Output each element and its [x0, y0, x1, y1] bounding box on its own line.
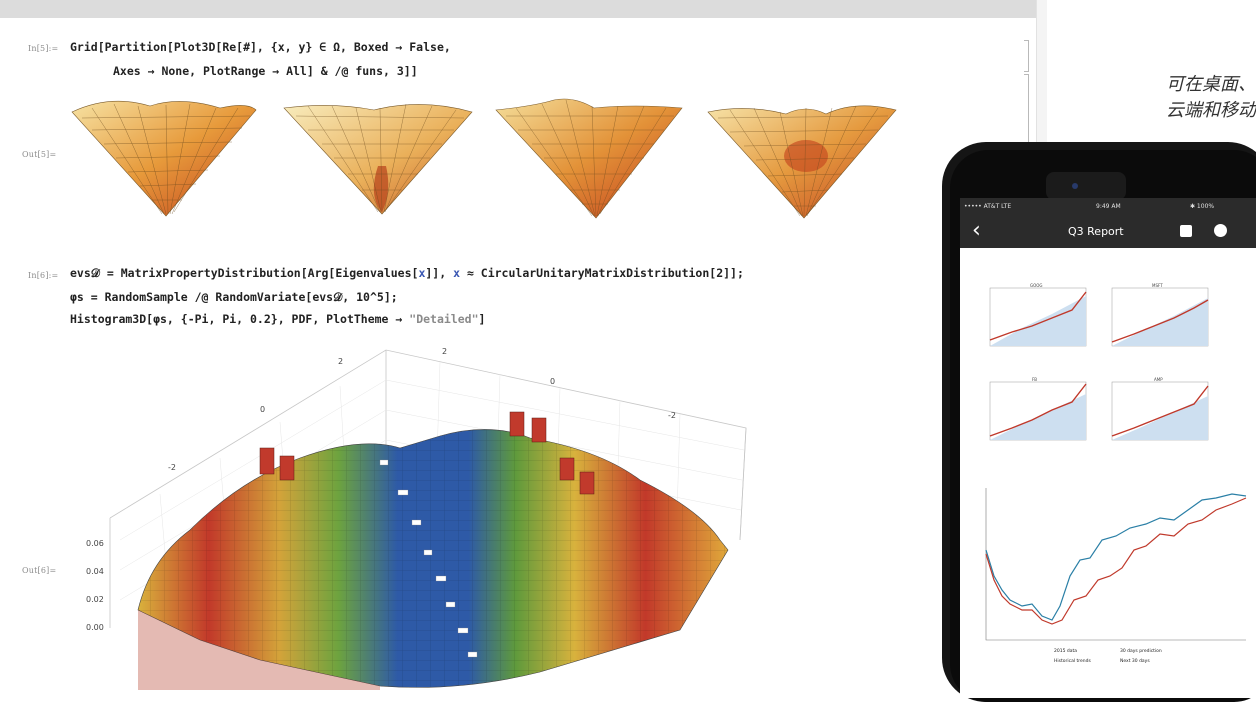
- in6-label: In[6]:=: [28, 271, 59, 280]
- status-battery: ✱ 100%: [1190, 203, 1215, 210]
- in6-code-part: Histogram3D[φs, {-Pi, Pi, 0.2}, PDF, Plo…: [70, 312, 410, 326]
- chart-icon[interactable]: [1180, 225, 1192, 237]
- legend-label: 2015 data: [1054, 648, 1077, 654]
- y-tick-label: 2: [442, 347, 447, 356]
- in5-code-line1[interactable]: Grid[Partition[Plot3D[Re[#], {x, y} ∈ Ω,…: [70, 40, 451, 54]
- in5-code-line2[interactable]: Axes → None, PlotRange → All] & /@ funs,…: [113, 64, 418, 78]
- in5-label: In[5]:=: [28, 44, 59, 53]
- surface-plot-1[interactable]: [70, 96, 258, 218]
- y-tick-label: -2: [668, 411, 676, 420]
- phone-camera: [1072, 183, 1078, 189]
- z-tick-label: 0.02: [86, 595, 104, 604]
- surface-plot-2[interactable]: [282, 96, 474, 216]
- mini-chart-msft[interactable]: MSFT: [1104, 282, 1212, 354]
- mini-chart-title: AMP: [1154, 377, 1163, 382]
- status-carrier: ••••• AT&T LTE: [964, 203, 1012, 210]
- in6-code-string: "Detailed": [409, 312, 479, 326]
- in6-code-part: ≈ CircularUnitaryMatrixDistribution[2]];: [460, 266, 744, 280]
- stock-line-chart[interactable]: 2015 data 30 days prediction Historical …: [970, 480, 1250, 670]
- z-tick-label: 0.06: [86, 539, 104, 548]
- in6-code-part: ]],: [425, 266, 454, 280]
- histogram3d-plot[interactable]: 0.06 0.04 0.02 0.00 -2 0 2 2 0 -2: [80, 340, 760, 690]
- out6-label: Out[6]=: [22, 566, 57, 575]
- cell-bracket-in5[interactable]: [1024, 40, 1029, 72]
- phone-status-bar: ••••• AT&T LTE 9:49 AM ✱ 100%: [960, 198, 1256, 216]
- phone-speaker: [1046, 172, 1126, 200]
- out5-label: Out[5]=: [22, 150, 57, 159]
- in6-code-part: evs𝒟 = MatrixPropertyDistribution[Arg[Ei…: [70, 266, 419, 280]
- y-tick-label: 0: [550, 377, 555, 386]
- phone-screen: ••••• AT&T LTE 9:49 AM ✱ 100% ‹ Q3 Repor…: [960, 198, 1256, 698]
- in6-code-var: x: [453, 266, 461, 280]
- in6-code-line2[interactable]: φs = RandomSample /@ RandomVariate[evs𝒟,…: [70, 290, 398, 305]
- in6-code-line1[interactable]: evs𝒟 = MatrixPropertyDistribution[Arg[Ei…: [70, 266, 744, 281]
- mini-chart-title: GOOG: [1030, 283, 1043, 288]
- x-tick-label: 0: [260, 405, 265, 414]
- mini-chart-title: FB: [1032, 377, 1037, 382]
- status-time: 9:49 AM: [1096, 203, 1121, 210]
- surface-plot-3[interactable]: [494, 96, 684, 220]
- tagline-line2: 云端和移动: [1166, 100, 1256, 121]
- z-tick-label: 0.04: [86, 567, 104, 576]
- window-top-bar: [0, 0, 1046, 19]
- mini-chart-amp[interactable]: AMP: [1104, 376, 1212, 448]
- back-icon[interactable]: ‹: [972, 218, 981, 243]
- legend-label: Next 30 days: [1120, 658, 1150, 664]
- in6-code-line3[interactable]: Histogram3D[φs, {-Pi, Pi, 0.2}, PDF, Plo…: [70, 312, 485, 326]
- chevron-down-icon[interactable]: [1214, 224, 1227, 237]
- mini-chart-fb[interactable]: FB: [982, 376, 1090, 448]
- legend-label: 30 days prediction: [1120, 648, 1162, 654]
- in6-code-part: ]: [478, 312, 486, 326]
- mini-chart-title: MSFT: [1152, 283, 1163, 288]
- tagline-line1: 可在桌面、: [1166, 74, 1256, 95]
- x-tick-label: 2: [338, 357, 343, 366]
- nav-title: Q3 Report: [1068, 225, 1124, 238]
- x-tick-label: -2: [168, 463, 176, 472]
- phone-nav-bar: ‹ Q3 Report: [960, 216, 1256, 248]
- mini-chart-goog[interactable]: GOOG: [982, 282, 1090, 354]
- phone-device: ••••• AT&T LTE 9:49 AM ✱ 100% ‹ Q3 Repor…: [942, 142, 1256, 702]
- z-tick-label: 0.00: [86, 623, 104, 632]
- legend-label: Historical trends: [1054, 658, 1092, 664]
- surface-plot-4[interactable]: [706, 96, 898, 220]
